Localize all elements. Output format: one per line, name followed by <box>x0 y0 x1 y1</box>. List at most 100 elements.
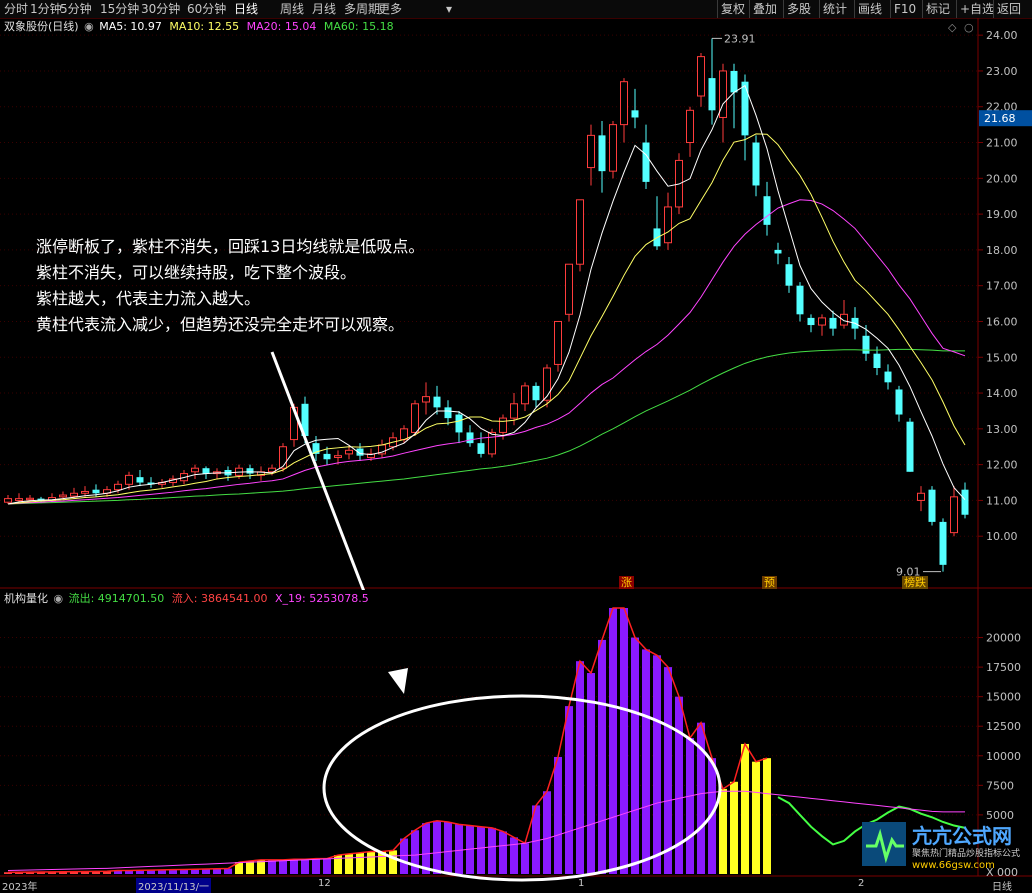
period-tab-10[interactable]: 更多 <box>378 1 402 17</box>
flow-bar <box>664 667 672 874</box>
period-tab-8[interactable]: 月线 <box>312 1 336 17</box>
toolbar-separator <box>783 0 784 18</box>
candle-body <box>862 335 870 354</box>
price-axis-label: 20.00 <box>986 172 1018 185</box>
annotation-arrow <box>270 351 366 590</box>
candle-body <box>664 206 672 244</box>
forecast-marker[interactable]: 预 <box>762 576 777 589</box>
flow-bar <box>312 858 320 874</box>
flow-bar <box>268 859 276 874</box>
date-axis: 2023年 2023/11/13/一 12 1 2 日线 <box>0 878 1032 893</box>
candle-body <box>807 317 815 326</box>
price-axis-label: 10.00 <box>986 530 1018 543</box>
toolbar-button-0[interactable]: 复权 <box>721 1 745 17</box>
period-tab-7[interactable]: 周线 <box>280 1 304 17</box>
toolbar-button-4[interactable]: 画线 <box>858 1 882 17</box>
price-axis-label: 24.00 <box>986 29 1018 42</box>
top-list-marker[interactable]: 榜跌 <box>902 576 928 589</box>
period-tab-2[interactable]: 5分钟 <box>60 1 92 17</box>
candle-body <box>697 56 705 97</box>
flow-bar <box>543 791 551 874</box>
candle-body <box>125 474 133 485</box>
indicator-axis-label: 15000 <box>986 691 1021 704</box>
flow-bar <box>554 756 562 874</box>
flow-bar <box>279 859 287 874</box>
candle-body <box>796 285 804 315</box>
flow-bar <box>565 706 573 874</box>
price-axis-label: 21.00 <box>986 137 1018 150</box>
candle-body <box>708 78 716 111</box>
candle-body <box>576 199 584 265</box>
flow-bar <box>620 608 628 874</box>
annotation-text: 涨停断板了，紫柱不消失，回踩13日均线就是低吸点。 紫柱不消失，可以继续持股，吃… <box>36 234 424 338</box>
toolbar-button-8[interactable]: 返回 <box>997 1 1021 17</box>
candle-body <box>917 492 925 501</box>
limit-up-marker[interactable]: 涨 <box>619 576 634 589</box>
period-tab-4[interactable]: 30分钟 <box>141 1 180 17</box>
indicator-axis-label: 12500 <box>986 720 1021 733</box>
flow-bar <box>510 837 518 874</box>
flow-bar <box>477 826 485 874</box>
toolbar-button-7[interactable]: +自选 <box>960 1 994 17</box>
indicator-axis-label: 7500 <box>986 779 1014 792</box>
candle-body <box>455 414 463 433</box>
chart-settings-icon[interactable]: ◉ <box>84 20 94 33</box>
watermark-subtitle: 聚焦热门精品炒股指标公式 <box>912 849 1021 859</box>
candle-body <box>554 320 562 365</box>
flow-bar <box>642 649 650 874</box>
candle-body <box>422 396 430 403</box>
period-tab-9[interactable]: 多周期 <box>344 1 380 17</box>
price-axis-label: 16.00 <box>986 315 1018 328</box>
annotation-line: 紫柱不消失，可以继续持股，吃下整个波段。 <box>36 263 357 282</box>
stock-name[interactable]: 双象股份(日线) <box>4 20 79 33</box>
candle-body <box>136 477 144 483</box>
toolbar-separator <box>993 0 994 18</box>
price-axis-label: 11.00 <box>986 494 1018 507</box>
toolbar-button-1[interactable]: 叠加 <box>753 1 777 17</box>
candle-body <box>15 498 23 501</box>
flow-bar <box>290 859 298 874</box>
toolbar-button-2[interactable]: 多股 <box>787 1 811 17</box>
date-axis-label: 2 <box>858 878 865 889</box>
toolbar-separator <box>956 0 957 18</box>
ma20-label: MA20: 15.04 <box>246 20 317 33</box>
candle-body <box>400 428 408 441</box>
candle-body <box>752 142 760 186</box>
price-axis-label: 17.00 <box>986 280 1018 293</box>
toolbar-button-5[interactable]: F10 <box>894 1 916 17</box>
candle-body <box>565 263 573 315</box>
period-tab-3[interactable]: 15分钟 <box>100 1 139 17</box>
period-tab-5[interactable]: 60分钟 <box>187 1 226 17</box>
circle-icon[interactable]: ○ <box>964 21 974 34</box>
toolbar-button-3[interactable]: 统计 <box>823 1 847 17</box>
candle-body <box>202 468 210 474</box>
flow-bar <box>719 788 727 874</box>
indicator-axis-label: 20000 <box>986 632 1021 645</box>
diamond-icon[interactable]: ◇ <box>948 21 956 34</box>
flow-bar <box>367 851 375 874</box>
period-tab-0[interactable]: 分时 <box>4 1 28 17</box>
watermark-url: www.66gsw.com <box>912 860 995 871</box>
candle-body <box>114 483 122 491</box>
candle-body <box>70 492 78 497</box>
date-axis-label: 2023/11/13/一 <box>136 878 212 893</box>
ma60-line <box>7 348 965 505</box>
toolbar-button-6[interactable]: 标记 <box>926 1 950 17</box>
candle-body <box>587 134 595 169</box>
period-tab-6[interactable]: 日线 <box>234 1 258 17</box>
flow-bar <box>576 661 584 874</box>
toolbar-separator <box>854 0 855 18</box>
date-axis-label: 1 <box>578 878 585 889</box>
candle-body <box>444 407 452 419</box>
toolbar-separator <box>890 0 891 18</box>
candle-body <box>532 385 540 401</box>
indicator-axis-label: 10000 <box>986 750 1021 763</box>
watermark-title: 亢亢公式网 <box>912 824 1012 848</box>
candle-body <box>785 264 793 286</box>
candle-body <box>433 396 441 408</box>
price-axis-label: 19.00 <box>986 208 1018 221</box>
flow-bar <box>488 827 496 874</box>
more-dropdown-icon[interactable]: ▾ <box>446 1 452 17</box>
candle-body <box>928 489 936 522</box>
period-tab-1[interactable]: 1分钟 <box>30 1 62 17</box>
